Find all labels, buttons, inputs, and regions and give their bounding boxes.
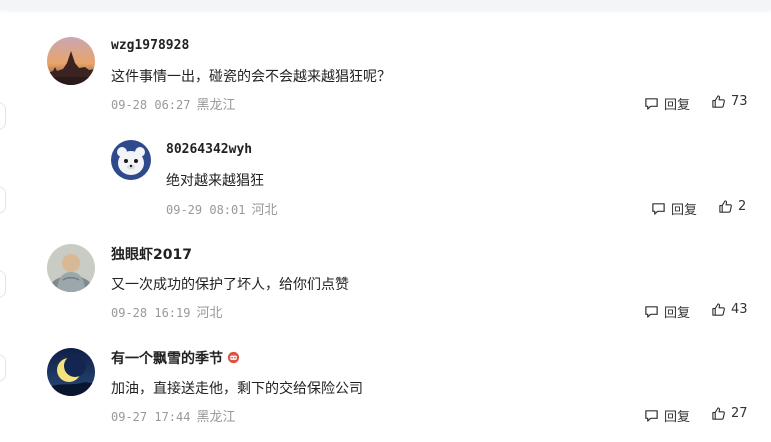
comment-location: 黑龙江 <box>196 98 236 113</box>
comment-meta: 09-27 17:44 黑龙江 <box>111 406 236 425</box>
comment-date: 09-28 06:27 <box>111 98 191 112</box>
like-count: 2 <box>738 199 747 214</box>
thumbs-up-icon <box>712 95 725 108</box>
reply-bubble-icon <box>652 203 665 215</box>
monk-statue-avatar[interactable] <box>47 244 95 292</box>
thumbs-up-icon <box>712 303 725 316</box>
reply-button[interactable]: 回复 <box>651 199 697 218</box>
thumbs-up-icon <box>719 200 732 213</box>
comment-username[interactable]: wzg1978928 <box>111 38 189 53</box>
reply-button[interactable]: 回复 <box>644 94 690 113</box>
sunset-cityscape-avatar[interactable] <box>47 37 95 85</box>
comment-location: 黑龙江 <box>196 410 236 425</box>
comment-date: 09-28 16:19 <box>111 306 191 320</box>
reply-button[interactable]: 回复 <box>644 406 690 425</box>
like-count: 43 <box>731 302 748 317</box>
like-count: 27 <box>731 406 748 421</box>
comment-text: 又一次成功的保护了坏人，给你们点赞 <box>111 277 349 293</box>
left-edge-control[interactable] <box>0 270 6 298</box>
comment-username[interactable]: 有一个飘雪的季节 <box>111 348 240 368</box>
left-edge-control[interactable] <box>0 186 6 214</box>
left-edge-control[interactable] <box>0 354 6 382</box>
comment-meta: 09-29 08:01 河北 <box>166 199 278 218</box>
comment-username[interactable]: 80264342wyh <box>166 142 252 157</box>
reply-bubble-icon <box>645 306 658 318</box>
like-button[interactable]: 27 <box>711 406 748 421</box>
like-button[interactable]: 43 <box>711 302 748 317</box>
comment-text: 绝对越来越猖狂 <box>166 173 264 189</box>
comment-location: 河北 <box>251 203 278 218</box>
level-badge-icon <box>227 351 240 368</box>
cartoon-bear-avatar[interactable] <box>111 140 151 180</box>
comment-username-text: 有一个飘雪的季节 <box>111 351 223 367</box>
reply-label: 回复 <box>671 203 698 218</box>
comment-text: 这件事情一出，碰瓷的会不会越来越猖狂呢？ <box>111 69 391 85</box>
comment-date: 09-27 17:44 <box>111 410 191 424</box>
like-count: 73 <box>731 94 748 109</box>
reply-bubble-icon <box>645 410 658 422</box>
comment-date: 09-29 08:01 <box>166 203 246 217</box>
reply-label: 回复 <box>664 306 691 321</box>
comment-location: 河北 <box>196 306 223 321</box>
thumbs-up-icon <box>712 407 725 420</box>
top-bar <box>0 0 771 10</box>
like-button[interactable]: 73 <box>711 94 748 109</box>
reply-label: 回复 <box>664 410 691 425</box>
crescent-moon-avatar[interactable] <box>47 348 95 396</box>
comment-text: 加油，直接送走他，剩下的交给保险公司 <box>111 381 363 397</box>
like-button[interactable]: 2 <box>718 199 746 214</box>
reply-bubble-icon <box>645 98 658 110</box>
left-edge-control[interactable] <box>0 102 6 130</box>
comment-username[interactable]: 独眼虾2017 <box>111 244 192 264</box>
reply-button[interactable]: 回复 <box>644 302 690 321</box>
comment-meta: 09-28 06:27 黑龙江 <box>111 94 236 113</box>
comment-meta: 09-28 16:19 河北 <box>111 302 223 321</box>
reply-label: 回复 <box>664 98 691 113</box>
